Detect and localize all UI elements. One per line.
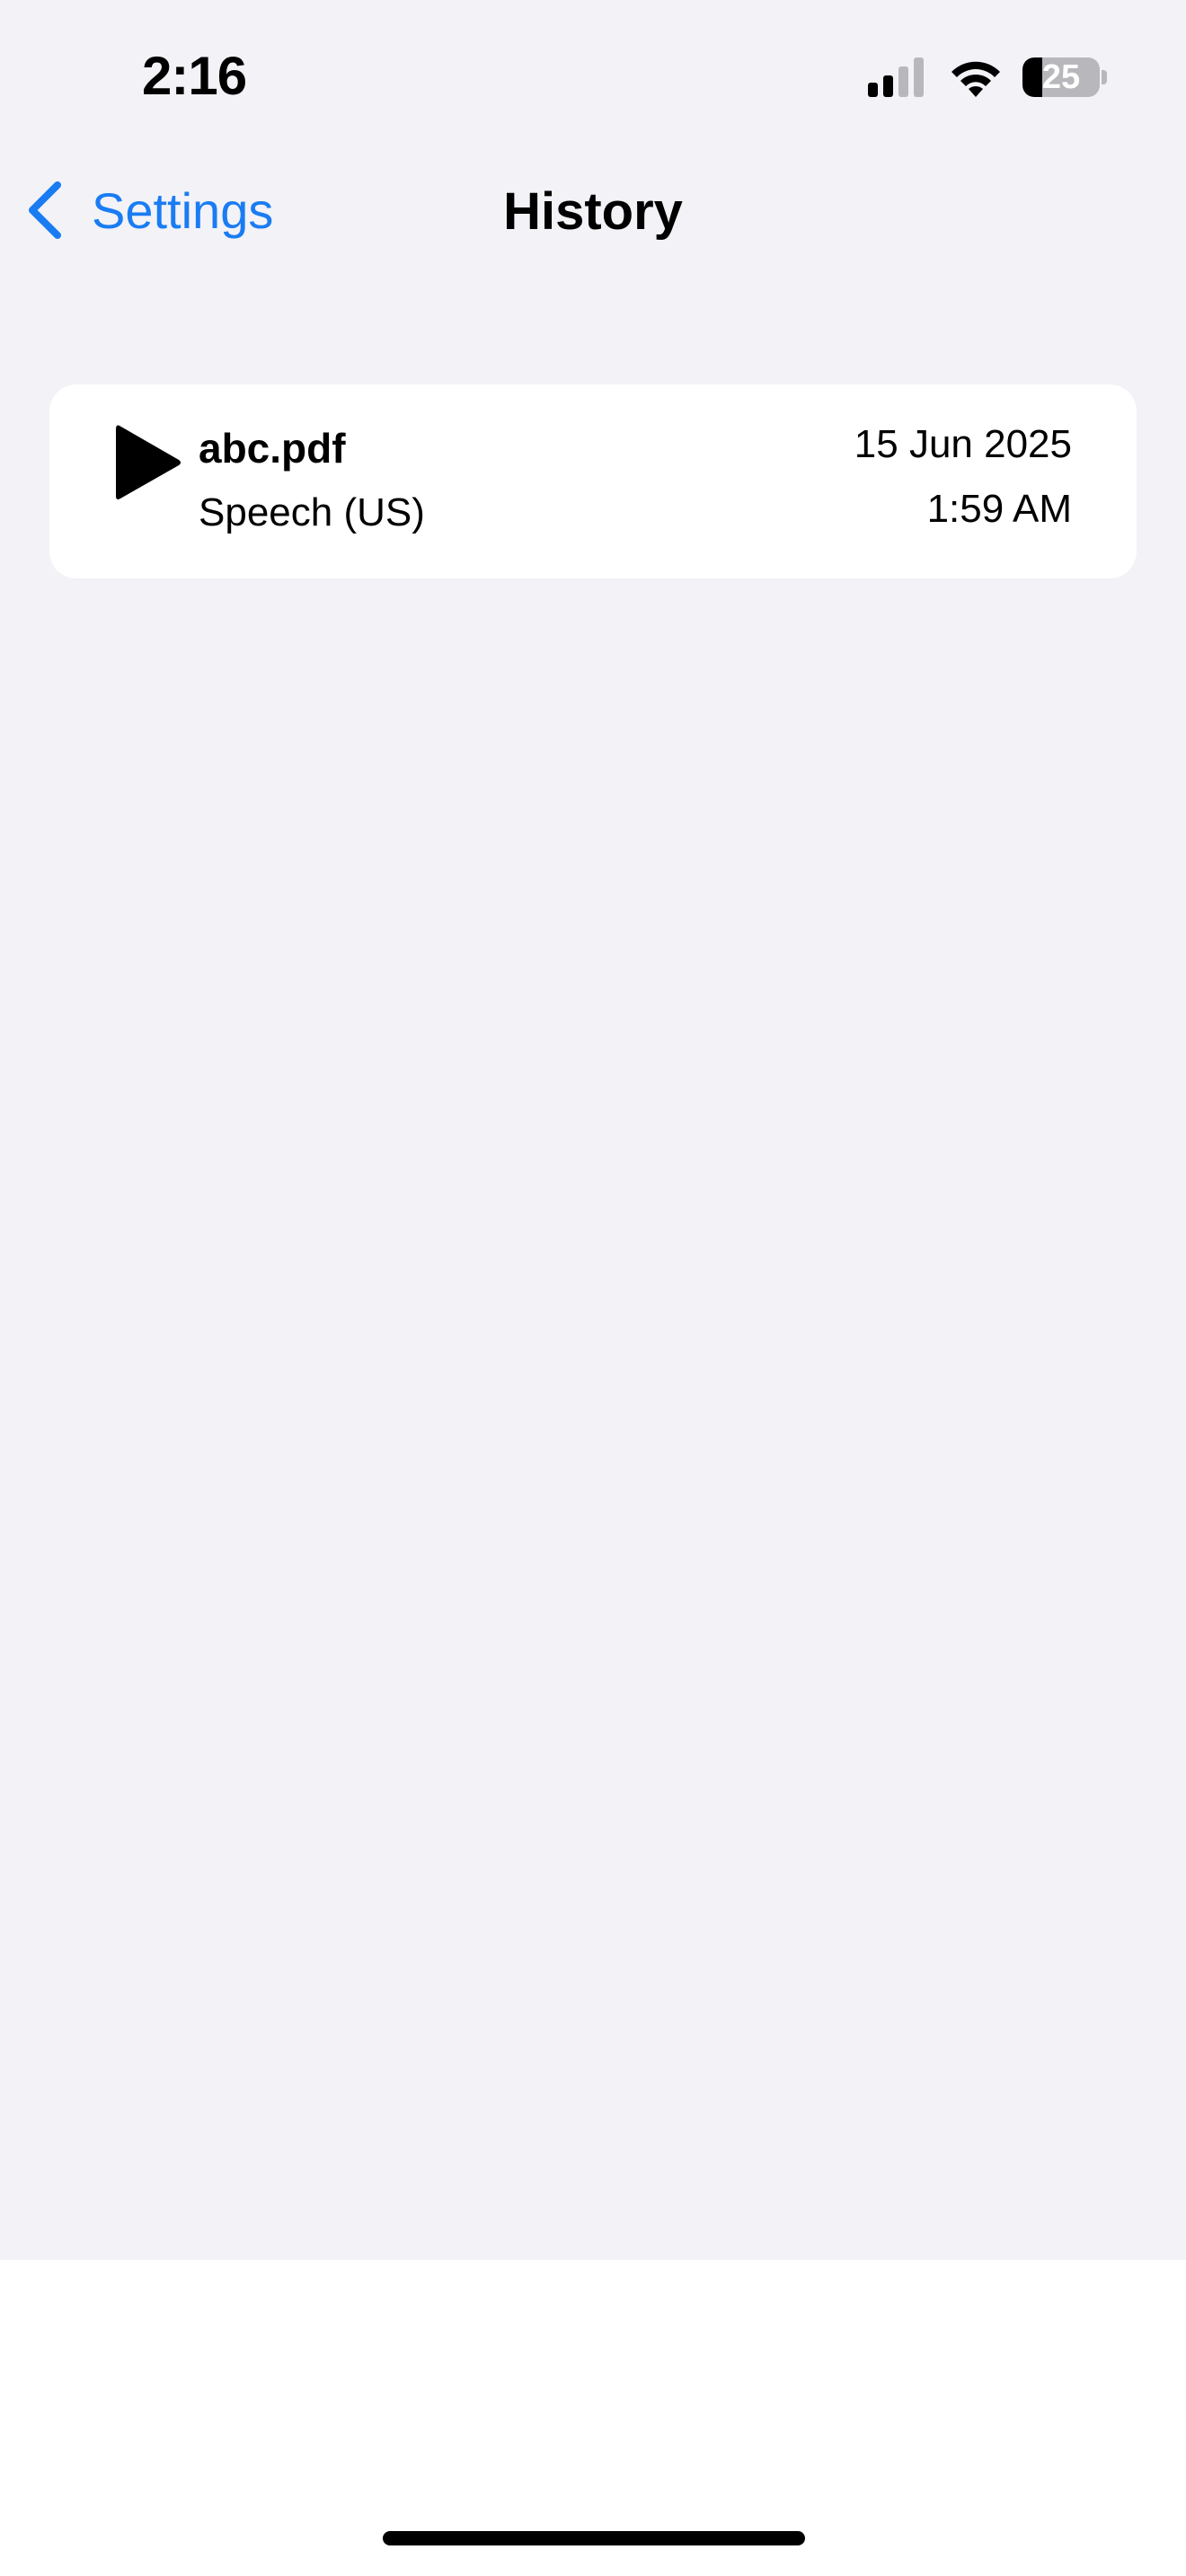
battery-level: 25 [1041, 57, 1081, 96]
play-icon[interactable] [112, 420, 184, 505]
cellular-signal-icon [868, 57, 924, 97]
battery-icon: 25 [1022, 57, 1100, 97]
battery-tip [1102, 70, 1107, 84]
history-file-name: abc.pdf [199, 425, 346, 472]
history-time: 1:59 AM [926, 487, 1072, 531]
home-indicator[interactable] [383, 2531, 805, 2545]
history-screen: 2:16 25 Settings History abc.pdf Speech … [0, 0, 1186, 2576]
page-title: History [503, 182, 683, 241]
history-voice-label: Speech (US) [199, 490, 425, 534]
content-area: 2:16 25 Settings History abc.pdf Speech … [0, 0, 1186, 2260]
status-time: 2:16 [142, 46, 247, 106]
history-list-item[interactable]: abc.pdf Speech (US) 15 Jun 2025 1:59 AM [49, 384, 1137, 578]
status-icons: 25 [864, 56, 1107, 101]
wifi-icon [951, 61, 1000, 97]
history-date: 15 Jun 2025 [854, 422, 1072, 466]
